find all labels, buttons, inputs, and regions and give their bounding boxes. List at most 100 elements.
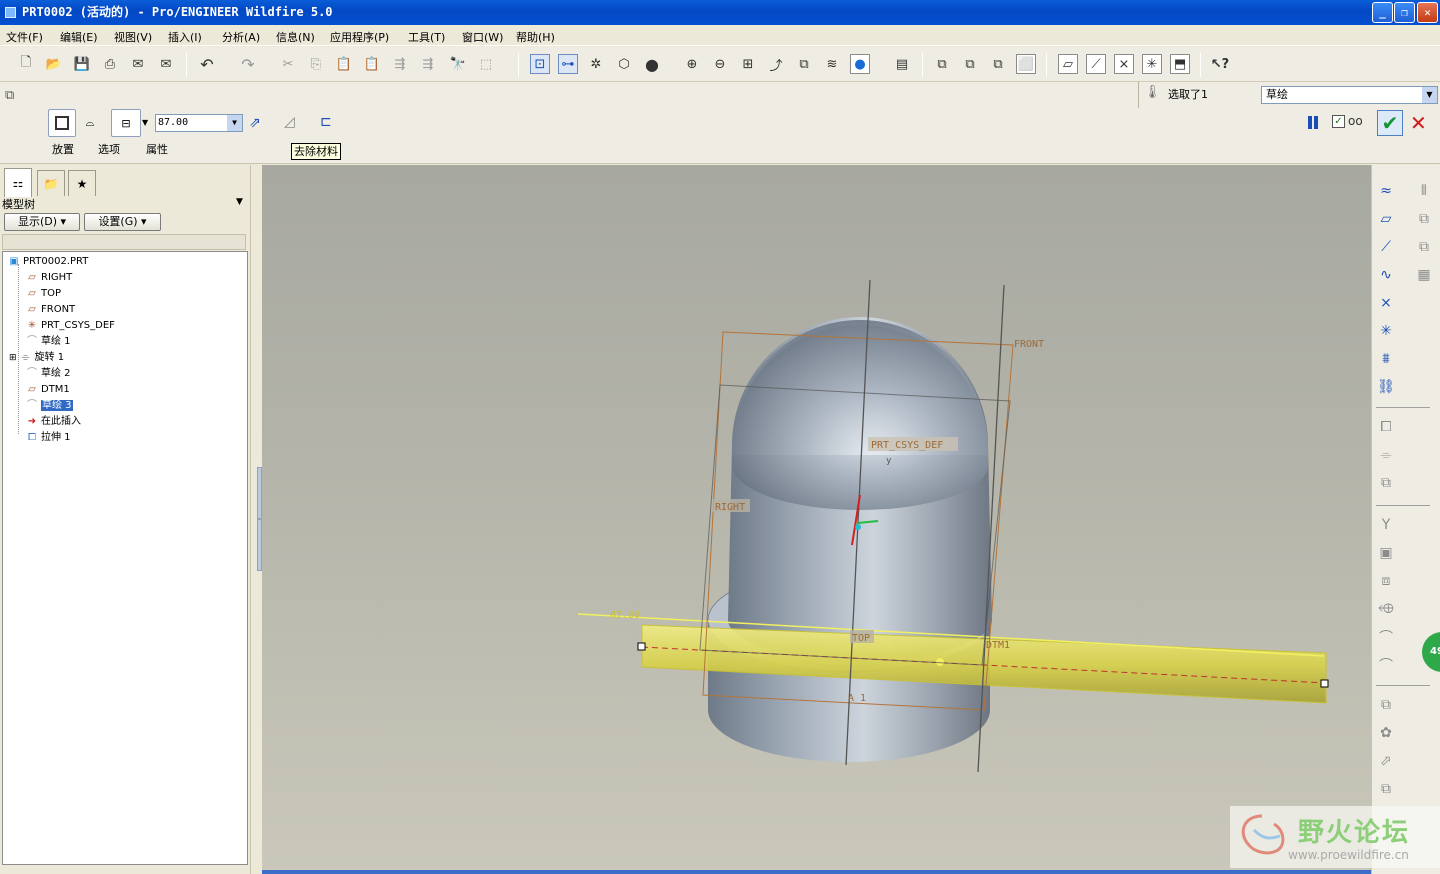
revolve-tool-icon[interactable]: ⌯ — [1374, 443, 1398, 467]
copy-icon[interactable]: ⎘ — [306, 54, 326, 74]
drag-handle-right[interactable] — [1320, 679, 1329, 688]
save-icon[interactable]: 💾 — [72, 54, 92, 74]
paste-icon[interactable]: 📋 — [334, 54, 354, 74]
tab-options[interactable]: 选项 — [98, 141, 120, 157]
depth-option-dropdown-icon[interactable]: ▼ — [142, 118, 148, 127]
label-dimension[interactable]: 87.00 — [610, 610, 640, 621]
datum-point-tool-icon[interactable]: ⨯ — [1374, 291, 1398, 315]
context-help-icon[interactable]: ↖? — [1210, 54, 1230, 74]
wireframe-icon[interactable]: ⧉ — [932, 54, 952, 74]
regenerate-manager-icon[interactable]: ⇶ — [418, 54, 438, 74]
tree-node-extrude1[interactable]: ⧠ 拉伸 1 — [25, 430, 71, 446]
verify-glasses-icon[interactable]: oo — [1348, 114, 1363, 128]
refit-icon[interactable]: ⊞ — [738, 54, 758, 74]
chain-icon[interactable]: ⛓ — [1374, 375, 1398, 399]
menu-file[interactable]: 文件(F) — [6, 29, 43, 45]
tree-filter-row[interactable] — [2, 234, 246, 250]
spin-center-icon[interactable]: ✲ — [586, 54, 606, 74]
tree-menu-dropdown-icon[interactable]: ▼ — [236, 197, 243, 207]
view-manager-icon[interactable]: ▤ — [892, 54, 912, 74]
display-button[interactable]: 显示(D) ▾ — [4, 213, 80, 231]
preview-checkbox[interactable]: ✓ — [1332, 115, 1345, 128]
sweep-tool-icon[interactable]: ⧉ — [1374, 471, 1398, 495]
saved-views-icon[interactable]: ⧉ — [794, 54, 814, 74]
graphics-window[interactable]: FRONT PRT_CSYS_DEF y RIGHT TOP DTM1 A_1 … — [262, 165, 1371, 870]
minimize-button[interactable]: _ — [1372, 2, 1393, 23]
hole-tool-icon[interactable]: Y — [1374, 513, 1398, 537]
zoom-out-icon[interactable]: ⊖ — [710, 54, 730, 74]
menu-view[interactable]: 视图(V) — [114, 29, 152, 45]
menu-tools[interactable]: 工具(T) — [408, 29, 445, 45]
menu-analysis[interactable]: 分析(A) — [222, 29, 260, 45]
folder-browser-tab-icon[interactable]: 📁 — [37, 170, 65, 196]
cancel-icon[interactable]: ✕ — [1410, 111, 1427, 135]
find-icon[interactable]: 🔭 — [448, 54, 468, 74]
new-file-icon[interactable]: 🗋 — [16, 54, 36, 74]
hidden-line-icon[interactable]: ⧉ — [960, 54, 980, 74]
annotation-display-icon[interactable]: ⬒ — [1170, 54, 1190, 74]
surface-feature-icon[interactable]: ⌓ — [76, 109, 104, 137]
orient-mode-icon[interactable]: ⬡ — [614, 54, 634, 74]
open-folder-icon[interactable]: 📂 — [44, 54, 64, 74]
boundary-blend-icon[interactable]: ⧉ — [1374, 693, 1398, 717]
trim-icon[interactable]: ⧉ — [1412, 235, 1436, 259]
settings-button[interactable]: 设置(G) ▾ — [84, 213, 161, 231]
thicken-sketch-icon[interactable]: ⊏ — [320, 114, 332, 130]
rib-tool-icon[interactable]: ⧈ — [1374, 569, 1398, 593]
tree-node-dtm1[interactable]: ▱ DTM1 — [25, 382, 70, 398]
tree-node-sketch2[interactable]: ⌒ 草绘 2 — [25, 366, 71, 382]
tab-placement[interactable]: 放置 — [52, 141, 74, 157]
dashboard-undock-icon[interactable]: ⧉ — [5, 88, 23, 106]
undo-icon[interactable]: ↶ — [197, 54, 217, 74]
depth-value-field[interactable]: 87.00 ▼ — [155, 114, 243, 132]
draft-tool-icon[interactable]: ⬲ — [1374, 597, 1398, 621]
merge-icon[interactable]: ⧉ — [1412, 207, 1436, 231]
mirror-icon[interactable]: ⫴ — [1412, 179, 1436, 203]
warp-tool-icon[interactable]: ⬀ — [1374, 749, 1398, 773]
chamfer-tool-icon[interactable]: ⌒ — [1374, 653, 1398, 677]
tree-node-csys[interactable]: ✳ PRT_CSYS_DEF — [25, 318, 115, 334]
no-hidden-icon[interactable]: ⧉ — [988, 54, 1008, 74]
pattern-icon[interactable]: ▦ — [1412, 263, 1436, 287]
menu-edit[interactable]: 编辑(E) — [60, 29, 98, 45]
menu-window[interactable]: 窗口(W) — [462, 29, 503, 45]
datum-axes-icon[interactable]: ⟋ — [1086, 54, 1106, 74]
favorites-tab-icon[interactable]: ★ — [68, 170, 96, 196]
solid-feature-icon[interactable] — [48, 109, 76, 137]
selection-filter[interactable]: 草绘 ▼ — [1261, 86, 1438, 104]
zoom-in-icon[interactable]: ⊕ — [682, 54, 702, 74]
depth-option-icon[interactable]: ⊟ — [111, 109, 141, 137]
tree-node-front[interactable]: ▱ FRONT — [25, 302, 75, 318]
model-tree-tab-icon[interactable]: ⚏ — [4, 168, 32, 197]
email-icon[interactable]: ✉ — [128, 54, 148, 74]
print-icon[interactable]: ⎙ — [100, 54, 120, 74]
datum-points-icon[interactable]: ⨯ — [1114, 54, 1134, 74]
restore-button[interactable]: ❐ — [1394, 2, 1415, 23]
datum-curve-tool-icon[interactable]: ∿ — [1374, 263, 1398, 287]
tree-node-top[interactable]: ▱ TOP — [25, 286, 61, 302]
shading-icon[interactable]: ⬜ — [1016, 54, 1036, 74]
extrude-tool-icon[interactable]: ⧠ — [1374, 415, 1398, 439]
pause-icon[interactable] — [1306, 114, 1320, 130]
sketch-tool-icon[interactable]: ≈ — [1374, 179, 1398, 203]
menu-insert[interactable]: 插入(I) — [168, 29, 202, 45]
appearance-sphere-icon[interactable]: ● — [642, 54, 662, 74]
pane-splitter[interactable] — [250, 165, 262, 874]
apply-icon[interactable]: ✔ — [1377, 110, 1403, 136]
regenerate-icon[interactable]: ⇶ — [390, 54, 410, 74]
csys-display-icon[interactable]: ✳ — [1142, 54, 1162, 74]
menu-info[interactable]: 信息(N) — [276, 29, 315, 45]
tree-node-part[interactable]: ▣ PRT0002.PRT — [7, 254, 88, 270]
datum-plane-tool-icon[interactable]: ▱ — [1374, 207, 1398, 231]
shell-tool-icon[interactable]: ▣ — [1374, 541, 1398, 565]
drag-handle-left[interactable] — [637, 642, 646, 651]
filter-dropdown-icon[interactable]: ▼ — [1422, 87, 1437, 103]
tree-node-right[interactable]: ▱ RIGHT — [25, 270, 72, 286]
display-style-icon[interactable]: ● — [850, 54, 870, 74]
depth-dropdown-icon[interactable]: ▼ — [227, 115, 242, 131]
paste-special-icon[interactable]: 📋 — [362, 54, 382, 74]
tree-node-sketch1[interactable]: ⌒ 草绘 1 — [25, 334, 71, 350]
flip-direction-icon[interactable]: ⇗ — [249, 115, 261, 131]
layers-icon[interactable]: ≋ — [822, 54, 842, 74]
tree-node-insert-here[interactable]: ➜ 在此插入 — [25, 414, 81, 430]
